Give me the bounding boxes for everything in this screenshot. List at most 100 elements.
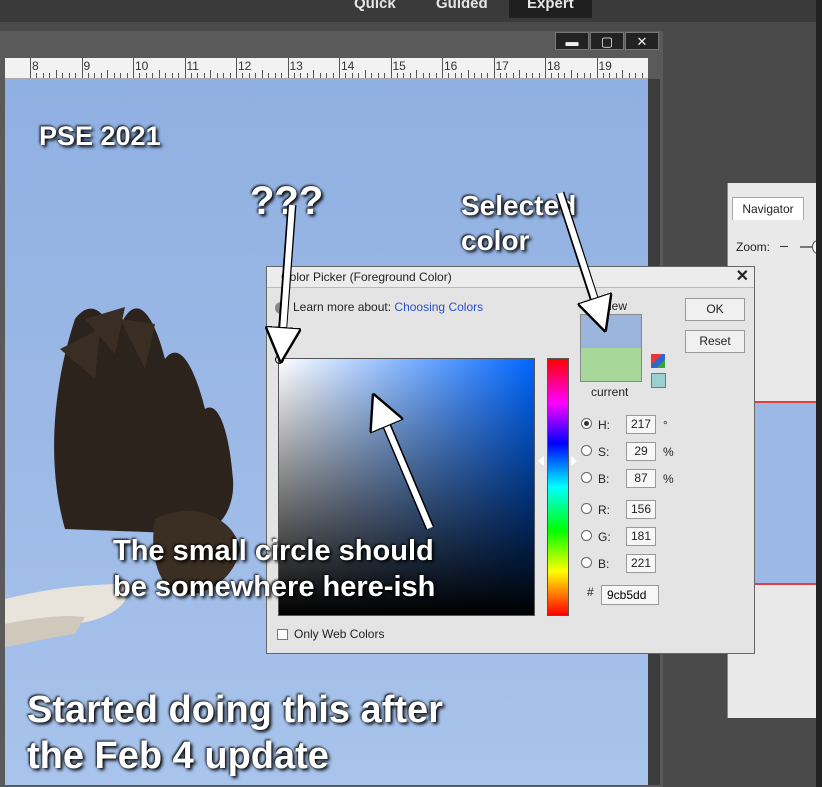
close-button[interactable]: ✕ [625,32,659,50]
brightness-radio[interactable] [581,472,592,483]
ruler-tick [512,73,514,78]
zoom-minus-icon[interactable] [780,246,788,247]
ruler-tick [42,73,44,78]
ruler-tick [184,58,186,78]
ruler-tick [255,73,257,78]
green-radio[interactable] [581,530,592,541]
blue-radio[interactable] [581,557,592,568]
horizontal-ruler: 8 9 10 11 12 13 14 15 16 17 18 19 [5,58,648,79]
ruler-tick [197,73,199,78]
ruler-tick [422,73,424,78]
ruler-tick [635,73,637,78]
red-label: R: [598,503,610,517]
current-color-label: current [591,385,629,399]
hue-radio[interactable] [581,418,592,429]
choosing-colors-link[interactable]: Choosing Colors [394,300,483,314]
ruler-tick [36,73,38,78]
reset-button[interactable]: Reset [685,330,745,353]
brightness-unit: % [663,472,674,486]
ruler-tick [615,73,617,78]
only-web-colors-checkbox[interactable] [277,629,288,641]
saturation-label: S: [598,445,610,459]
ruler-tick [364,70,366,78]
ruler-tick [268,73,270,78]
out-of-gamut-cube-icon[interactable] [651,354,665,368]
color-selector-circle[interactable] [275,355,284,364]
ruler-tick [641,73,643,78]
hex-input[interactable]: 9cb5dd [601,585,659,605]
ruler-tick [557,73,559,78]
hue-slider-arrow-left-icon[interactable] [538,456,544,466]
ruler-label: 18 [547,59,561,73]
dialog-titlebar[interactable]: Color Picker (Foreground Color) ✕ [267,267,754,288]
ruler-label: 11 [186,59,199,73]
mode-tab-expert[interactable]: Expert [509,0,592,18]
question-label: ??? [250,179,324,223]
web-safe-swatch[interactable] [651,373,666,388]
ruler-tick [396,73,398,78]
only-web-colors-label: Only Web Colors [294,627,385,641]
ruler-tick [435,73,437,78]
ruler-tick [480,73,482,78]
ruler-tick [487,73,489,78]
ruler-tick [454,73,456,78]
saturation-radio[interactable] [581,445,592,456]
ruler-tick [145,73,147,78]
maximize-button[interactable]: ▢ [590,32,624,50]
ruler-tick [474,73,476,78]
dialog-close-icon[interactable]: ✕ [736,267,749,287]
ruler-tick [152,73,154,78]
brightness-input[interactable]: 87 [626,469,656,488]
circle-note-line1: The small circle should [113,535,434,567]
ruler-tick [113,73,115,78]
ruler-label: 9 [83,59,91,73]
ruler-tick [75,73,77,78]
ruler-tick [313,70,315,78]
mode-tab-guided[interactable]: Guided [436,0,488,18]
green-label: G: [598,530,611,544]
circle-note-line2: be somewhere here-ish [113,571,436,603]
ruler-label: 19 [598,59,612,73]
saturation-unit: % [663,445,674,459]
ruler-tick [94,73,96,78]
ruler-tick [429,73,431,78]
ruler-tick [461,73,463,78]
hex-label: # [587,585,594,599]
hue-input[interactable]: 217 [626,415,656,434]
ruler-label: 13 [289,59,303,73]
ruler-tick [165,73,167,78]
ruler-tick [55,70,57,78]
ruler-tick [68,73,70,78]
ruler-tick [281,73,283,78]
red-input[interactable]: 156 [626,500,656,519]
minimize-button[interactable]: ▬ [555,32,589,50]
ruler-tick [416,70,418,78]
ruler-tick [30,58,31,78]
window-controls: ▬ ▢ ✕ [555,32,659,51]
dialog-title: Color Picker (Foreground Color) [281,270,452,284]
brightness-label: B: [598,472,610,486]
ruler-tick [248,73,250,78]
window-edge [816,0,822,787]
ruler-tick [133,58,134,78]
blue-label: B: [598,557,610,571]
mode-tab-quick[interactable]: Quick [354,0,396,18]
ruler-tick [261,70,263,78]
red-radio[interactable] [581,503,592,514]
ruler-tick [293,73,295,78]
ruler-tick [622,70,624,78]
current-color-swatch[interactable] [580,348,642,382]
hue-slider-arrow-right-icon[interactable] [571,456,577,466]
hue-label: H: [598,418,610,432]
ruler-tick [62,73,64,78]
blue-input[interactable]: 221 [626,554,656,573]
tab-navigator[interactable]: Navigator [732,197,804,220]
ok-button[interactable]: OK [685,298,745,321]
ruler-tick [210,70,212,78]
saturation-input[interactable]: 29 [626,442,656,461]
info-icon [275,301,287,314]
green-input[interactable]: 181 [626,527,656,546]
ruler-tick [287,58,289,78]
hue-slider[interactable] [547,358,569,616]
ruler-tick [242,73,244,78]
